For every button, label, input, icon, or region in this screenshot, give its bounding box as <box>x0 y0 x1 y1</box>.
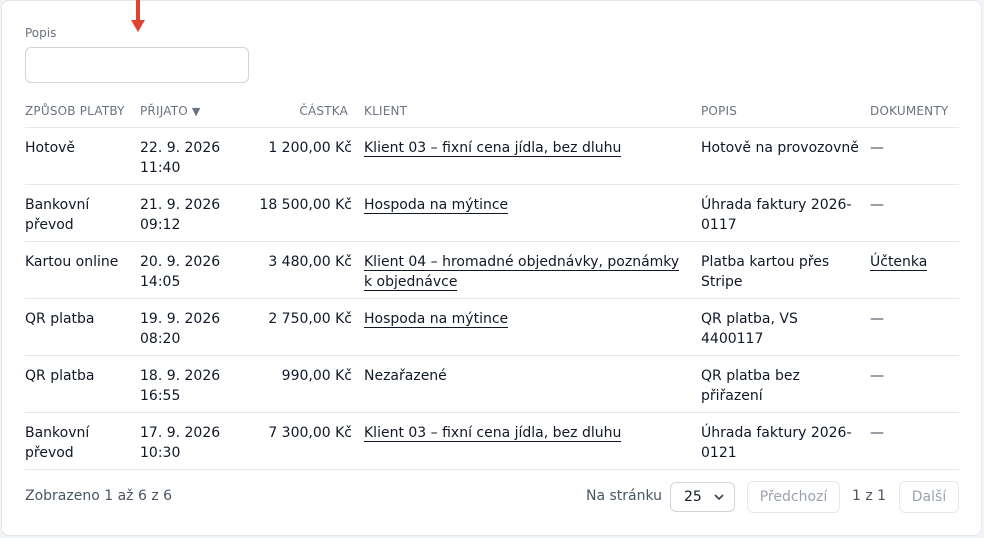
received-time: 11:40 <box>140 160 181 176</box>
payment-amount: 2 750,00 Kč <box>268 311 352 327</box>
column-header-method[interactable]: ZPŮSOB PLATBY <box>25 104 125 118</box>
table-row: QR platba 18. 9. 2026 16:55 990,00 Kč Ne… <box>25 356 959 413</box>
client-link[interactable]: Klient 04 – hromadné objednávky, poznámk… <box>364 254 680 291</box>
received-date: 20. 9. 2026 <box>140 254 221 270</box>
received-date: 19. 9. 2026 <box>140 311 221 327</box>
received-datetime: 21. 9. 2026 09:12 <box>140 195 240 235</box>
payment-amount: 7 300,00 Kč <box>268 425 352 441</box>
page-indicator: 1 z 1 <box>852 488 887 504</box>
previous-page-button[interactable]: Předchozí <box>747 481 840 513</box>
received-datetime: 17. 9. 2026 10:30 <box>140 423 240 463</box>
documents-cell: — <box>870 138 955 158</box>
receipt-link[interactable]: Účtenka <box>870 254 928 271</box>
no-document: — <box>870 368 884 384</box>
received-datetime: 20. 9. 2026 14:05 <box>140 252 240 292</box>
column-header-client[interactable]: KLIENT <box>364 104 407 118</box>
payment-method: Kartou online <box>25 254 119 270</box>
column-header-description[interactable]: POPIS <box>701 104 737 118</box>
received-date: 18. 9. 2026 <box>140 368 221 384</box>
table-row: Kartou online 20. 9. 2026 14:05 3 480,00… <box>25 242 959 299</box>
client-link[interactable]: Hospoda na mýtince <box>364 311 509 328</box>
table-row: Bankovní převod 17. 9. 2026 10:30 7 300,… <box>25 413 959 470</box>
client-link[interactable]: Hospoda na mýtince <box>364 197 509 214</box>
payment-method: Bankovní převod <box>25 425 90 461</box>
column-header-documents: DOKUMENTY <box>870 104 949 118</box>
received-datetime: 19. 9. 2026 08:20 <box>140 309 240 349</box>
client-label: Nezařazené <box>364 368 447 384</box>
annotation-arrow-icon <box>131 0 145 34</box>
documents-cell: Účtenka <box>870 252 955 272</box>
column-header-received[interactable]: PŘIJATO ▼ <box>140 104 201 118</box>
no-document: — <box>870 140 884 156</box>
chevron-down-icon <box>714 494 724 501</box>
received-date: 17. 9. 2026 <box>140 425 221 441</box>
received-time: 10:30 <box>140 445 181 461</box>
payment-amount: 990,00 Kč <box>281 368 352 384</box>
client-cell: Hospoda na mýtince <box>364 309 689 329</box>
payment-description: Platba kartou přes Stripe <box>701 254 830 290</box>
per-page-value: 25 <box>684 489 702 505</box>
documents-cell: — <box>870 195 955 215</box>
payment-description: Úhrada faktury 2026-0121 <box>701 425 852 461</box>
client-cell: Klient 04 – hromadné objednávky, poznámk… <box>364 252 689 292</box>
no-document: — <box>870 311 884 327</box>
table-row: QR platba 19. 9. 2026 08:20 2 750,00 Kč … <box>25 299 959 356</box>
received-datetime: 18. 9. 2026 16:55 <box>140 366 240 406</box>
per-page-select[interactable]: 25 <box>670 482 735 512</box>
description-filter-input[interactable] <box>25 47 249 83</box>
documents-cell: — <box>870 423 955 443</box>
received-time: 16:55 <box>140 388 181 404</box>
received-time: 08:20 <box>140 331 181 347</box>
payment-amount: 1 200,00 Kč <box>268 140 352 156</box>
table-row: Hotově 22. 9. 2026 11:40 1 200,00 Kč Kli… <box>25 128 959 185</box>
filter-label: Popis <box>25 26 57 40</box>
payment-method: QR platba <box>25 368 95 384</box>
no-document: — <box>870 197 884 213</box>
payment-method: QR platba <box>25 311 95 327</box>
column-header-amount[interactable]: ČÁSTKA <box>240 104 348 118</box>
column-header-received-label: PŘIJATO <box>140 104 188 118</box>
payment-description: Hotově na provozovně <box>701 140 859 156</box>
payment-amount: 18 500,00 Kč <box>259 197 352 213</box>
client-cell: Nezařazené <box>364 366 689 386</box>
documents-cell: — <box>870 309 955 329</box>
payment-description: Úhrada faktury 2026-0117 <box>701 197 852 233</box>
payment-method: Bankovní převod <box>25 197 90 233</box>
payment-description: QR platba, VS 4400117 <box>701 311 798 347</box>
client-cell: Klient 03 – fixní cena jídla, bez dluhu <box>364 423 689 443</box>
payment-amount: 3 480,00 Kč <box>268 254 352 270</box>
received-time: 09:12 <box>140 217 181 233</box>
received-date: 21. 9. 2026 <box>140 197 221 213</box>
documents-cell: — <box>870 366 955 386</box>
no-document: — <box>870 425 884 441</box>
received-date: 22. 9. 2026 <box>140 140 221 156</box>
pagination-summary: Zobrazeno 1 až 6 z 6 <box>25 488 173 504</box>
row-divider <box>25 469 959 470</box>
payment-description: QR platba bez přiřazení <box>701 368 800 404</box>
table-row: Bankovní převod 21. 9. 2026 09:12 18 500… <box>25 185 959 242</box>
received-time: 14:05 <box>140 274 181 290</box>
sort-desc-icon: ▼ <box>191 105 201 118</box>
next-page-button[interactable]: Další <box>899 481 959 513</box>
payment-method: Hotově <box>25 140 76 156</box>
received-datetime: 22. 9. 2026 11:40 <box>140 138 240 178</box>
client-cell: Hospoda na mýtince <box>364 195 689 215</box>
client-link[interactable]: Klient 03 – fixní cena jídla, bez dluhu <box>364 140 622 157</box>
client-cell: Klient 03 – fixní cena jídla, bez dluhu <box>364 138 689 158</box>
per-page-label: Na stránku <box>586 488 663 504</box>
client-link[interactable]: Klient 03 – fixní cena jídla, bez dluhu <box>364 425 622 442</box>
